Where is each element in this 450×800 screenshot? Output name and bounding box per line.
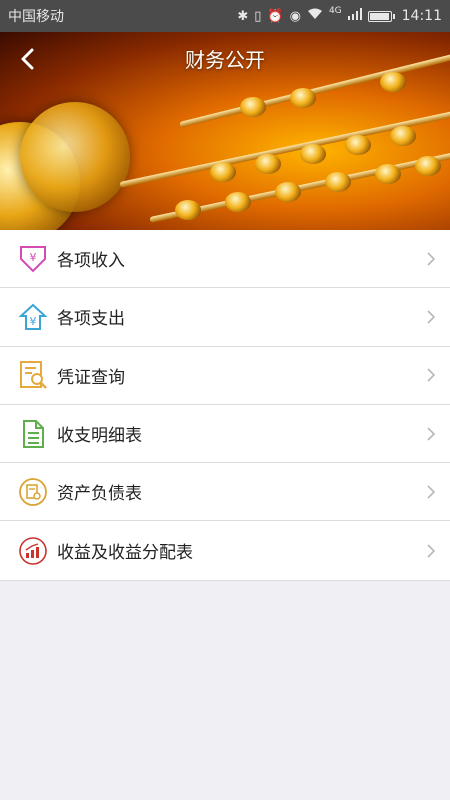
abacus-bead bbox=[225, 192, 251, 212]
menu-item-label: 凭证查询 bbox=[57, 367, 125, 388]
chevron-right-icon bbox=[427, 310, 436, 324]
chevron-right-icon bbox=[427, 485, 436, 499]
bluetooth-icon: ✱ bbox=[237, 8, 249, 24]
chevron-right-icon bbox=[427, 544, 436, 558]
abacus-bead bbox=[175, 200, 201, 220]
abacus-bead bbox=[290, 88, 316, 108]
alarm-icon: ⏰ bbox=[267, 8, 284, 24]
svg-text:¥: ¥ bbox=[30, 251, 37, 264]
menu-item-label: 收益及收益分配表 bbox=[57, 543, 193, 564]
battery-icon bbox=[367, 10, 395, 22]
vibrate-icon: ▯ bbox=[254, 8, 262, 24]
status-bar: 中国移动 ✱ ▯ ⏰ ◉ 4G 14:11 bbox=[0, 0, 450, 32]
time-label: 14:11 bbox=[401, 8, 442, 24]
header-banner: 财务公开 bbox=[0, 32, 450, 230]
menu-item-income[interactable]: ¥ 各项收入 bbox=[0, 230, 450, 289]
income-icon: ¥ bbox=[18, 244, 48, 274]
detail-sheet-icon bbox=[18, 419, 48, 449]
chevron-right-icon bbox=[427, 368, 436, 382]
signal-icon bbox=[347, 8, 362, 24]
abacus-bead bbox=[255, 154, 281, 174]
expense-icon: ¥ bbox=[18, 302, 48, 332]
abacus-bead bbox=[275, 182, 301, 202]
abacus-bead bbox=[210, 162, 236, 182]
menu-item-label: 各项支出 bbox=[57, 309, 125, 330]
menu-item-detail-sheet[interactable]: 收支明细表 bbox=[0, 404, 450, 464]
carrier-label: 中国移动 bbox=[8, 9, 64, 25]
coin-illustration bbox=[20, 102, 130, 212]
profit-chart-icon bbox=[18, 536, 48, 566]
page-title: 财务公开 bbox=[185, 48, 265, 72]
svg-text:¥: ¥ bbox=[30, 315, 37, 328]
menu-item-balance-sheet[interactable]: 资产负债表 bbox=[0, 463, 450, 522]
menu-item-label: 各项收入 bbox=[57, 251, 125, 272]
finance-menu-list: ¥ 各项收入 ¥ 各项支出 凭证查询 收支明细表 资产负债表 收益及收益分配表 bbox=[0, 230, 450, 581]
menu-item-expense[interactable]: ¥ 各项支出 bbox=[0, 288, 450, 347]
abacus-bead bbox=[325, 172, 351, 192]
abacus-bead bbox=[345, 135, 371, 155]
chevron-right-icon bbox=[427, 252, 436, 266]
wifi-icon bbox=[307, 8, 323, 24]
abacus-bead bbox=[390, 126, 416, 146]
eye-icon: ◉ bbox=[289, 8, 301, 24]
balance-sheet-icon bbox=[18, 477, 48, 507]
abacus-bead bbox=[300, 144, 326, 164]
menu-item-profit-distribution[interactable]: 收益及收益分配表 bbox=[0, 521, 450, 580]
status-icons: ✱ ▯ ⏰ ◉ 4G 14:11 bbox=[237, 6, 442, 24]
abacus-bead bbox=[375, 164, 401, 184]
menu-item-voucher-query[interactable]: 凭证查询 bbox=[0, 346, 450, 405]
voucher-search-icon bbox=[18, 360, 48, 390]
chevron-right-icon bbox=[427, 426, 436, 441]
abacus-bead bbox=[415, 156, 441, 176]
menu-item-label: 资产负债表 bbox=[57, 484, 142, 505]
menu-item-label: 收支明细表 bbox=[57, 426, 142, 447]
network-type-label: 4G bbox=[328, 6, 342, 16]
abacus-bead bbox=[240, 97, 266, 117]
abacus-bead bbox=[380, 72, 406, 92]
